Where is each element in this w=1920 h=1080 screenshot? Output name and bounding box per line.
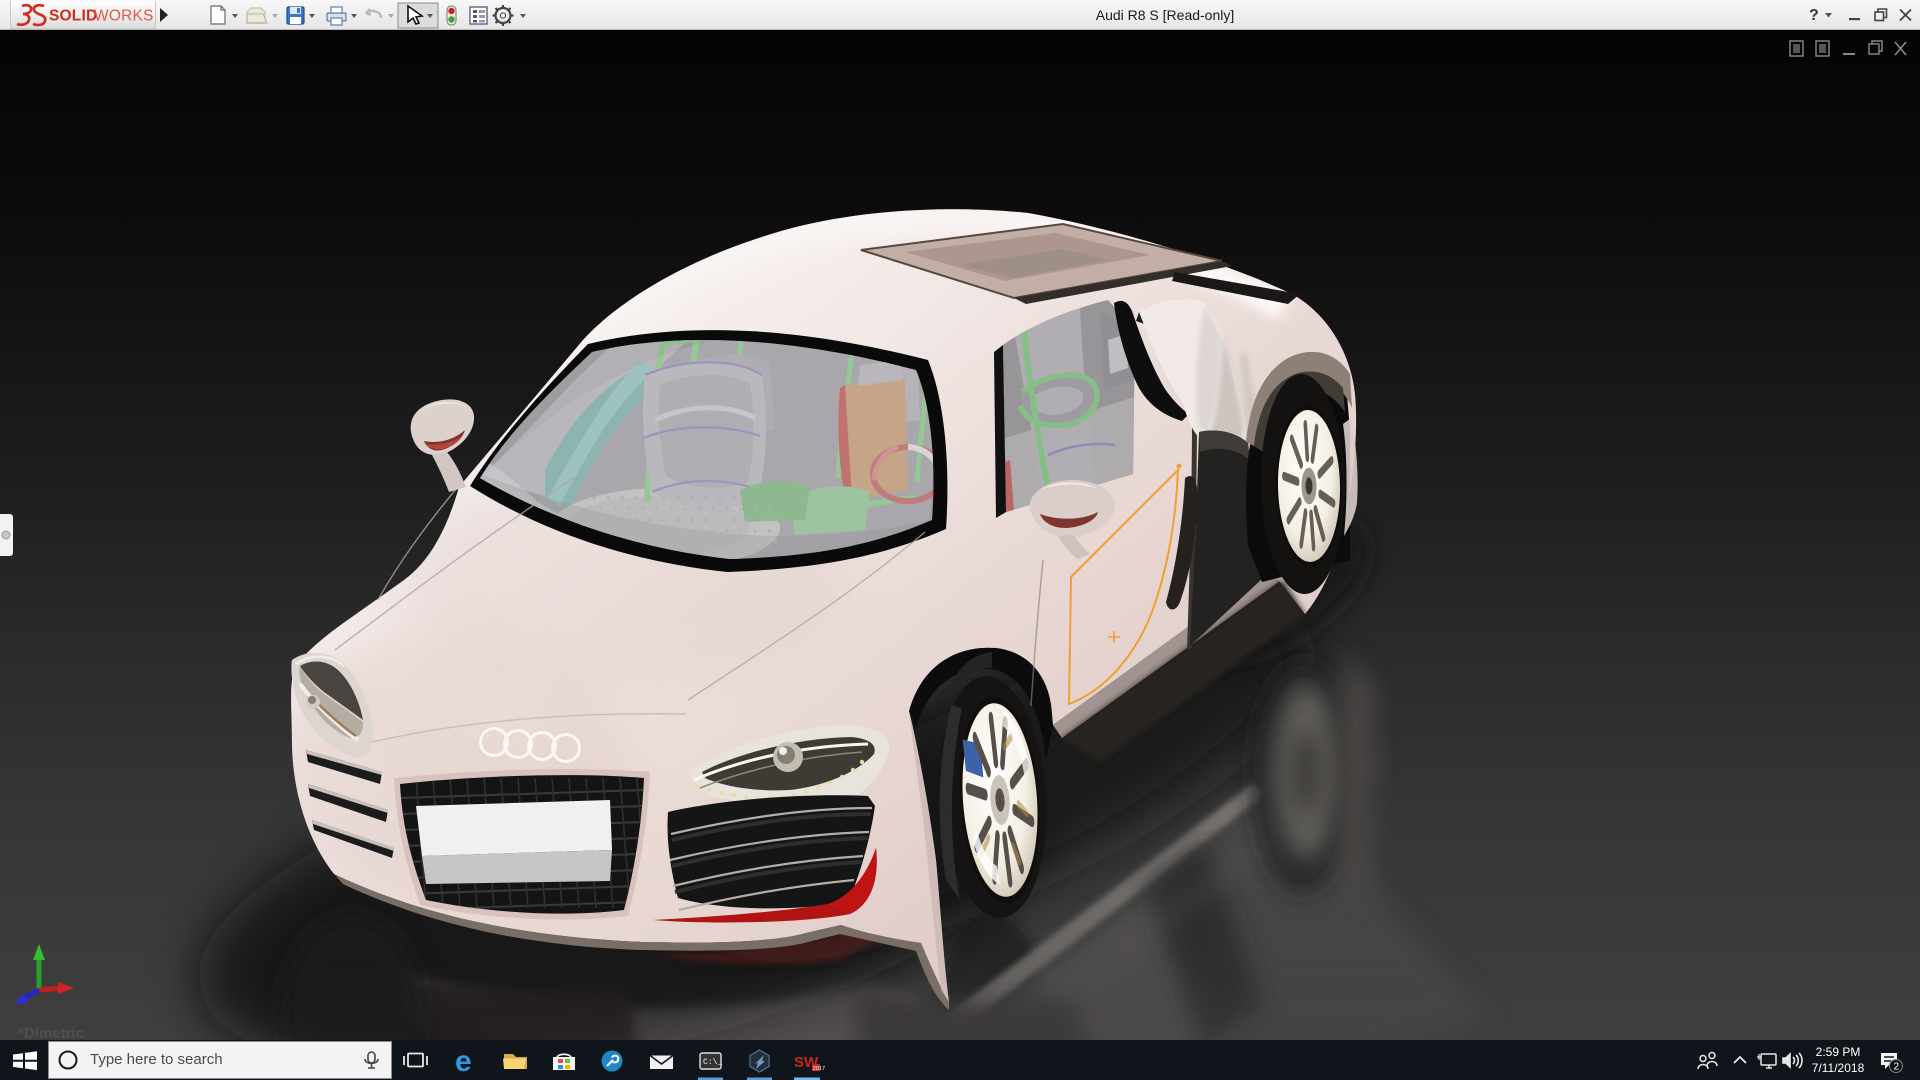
svg-text:*Dimetric: *Dimetric <box>18 1025 84 1040</box>
svg-text:WORKS: WORKS <box>94 8 154 25</box>
svg-text:2017: 2017 <box>813 1066 825 1072</box>
svg-text:C:\_: C:\_ <box>703 1058 722 1067</box>
svg-text:2: 2 <box>1894 1062 1900 1073</box>
svg-text:e: e <box>455 1045 472 1078</box>
svg-text:?: ? <box>1809 7 1819 24</box>
svg-text:SOLID: SOLID <box>49 8 97 25</box>
